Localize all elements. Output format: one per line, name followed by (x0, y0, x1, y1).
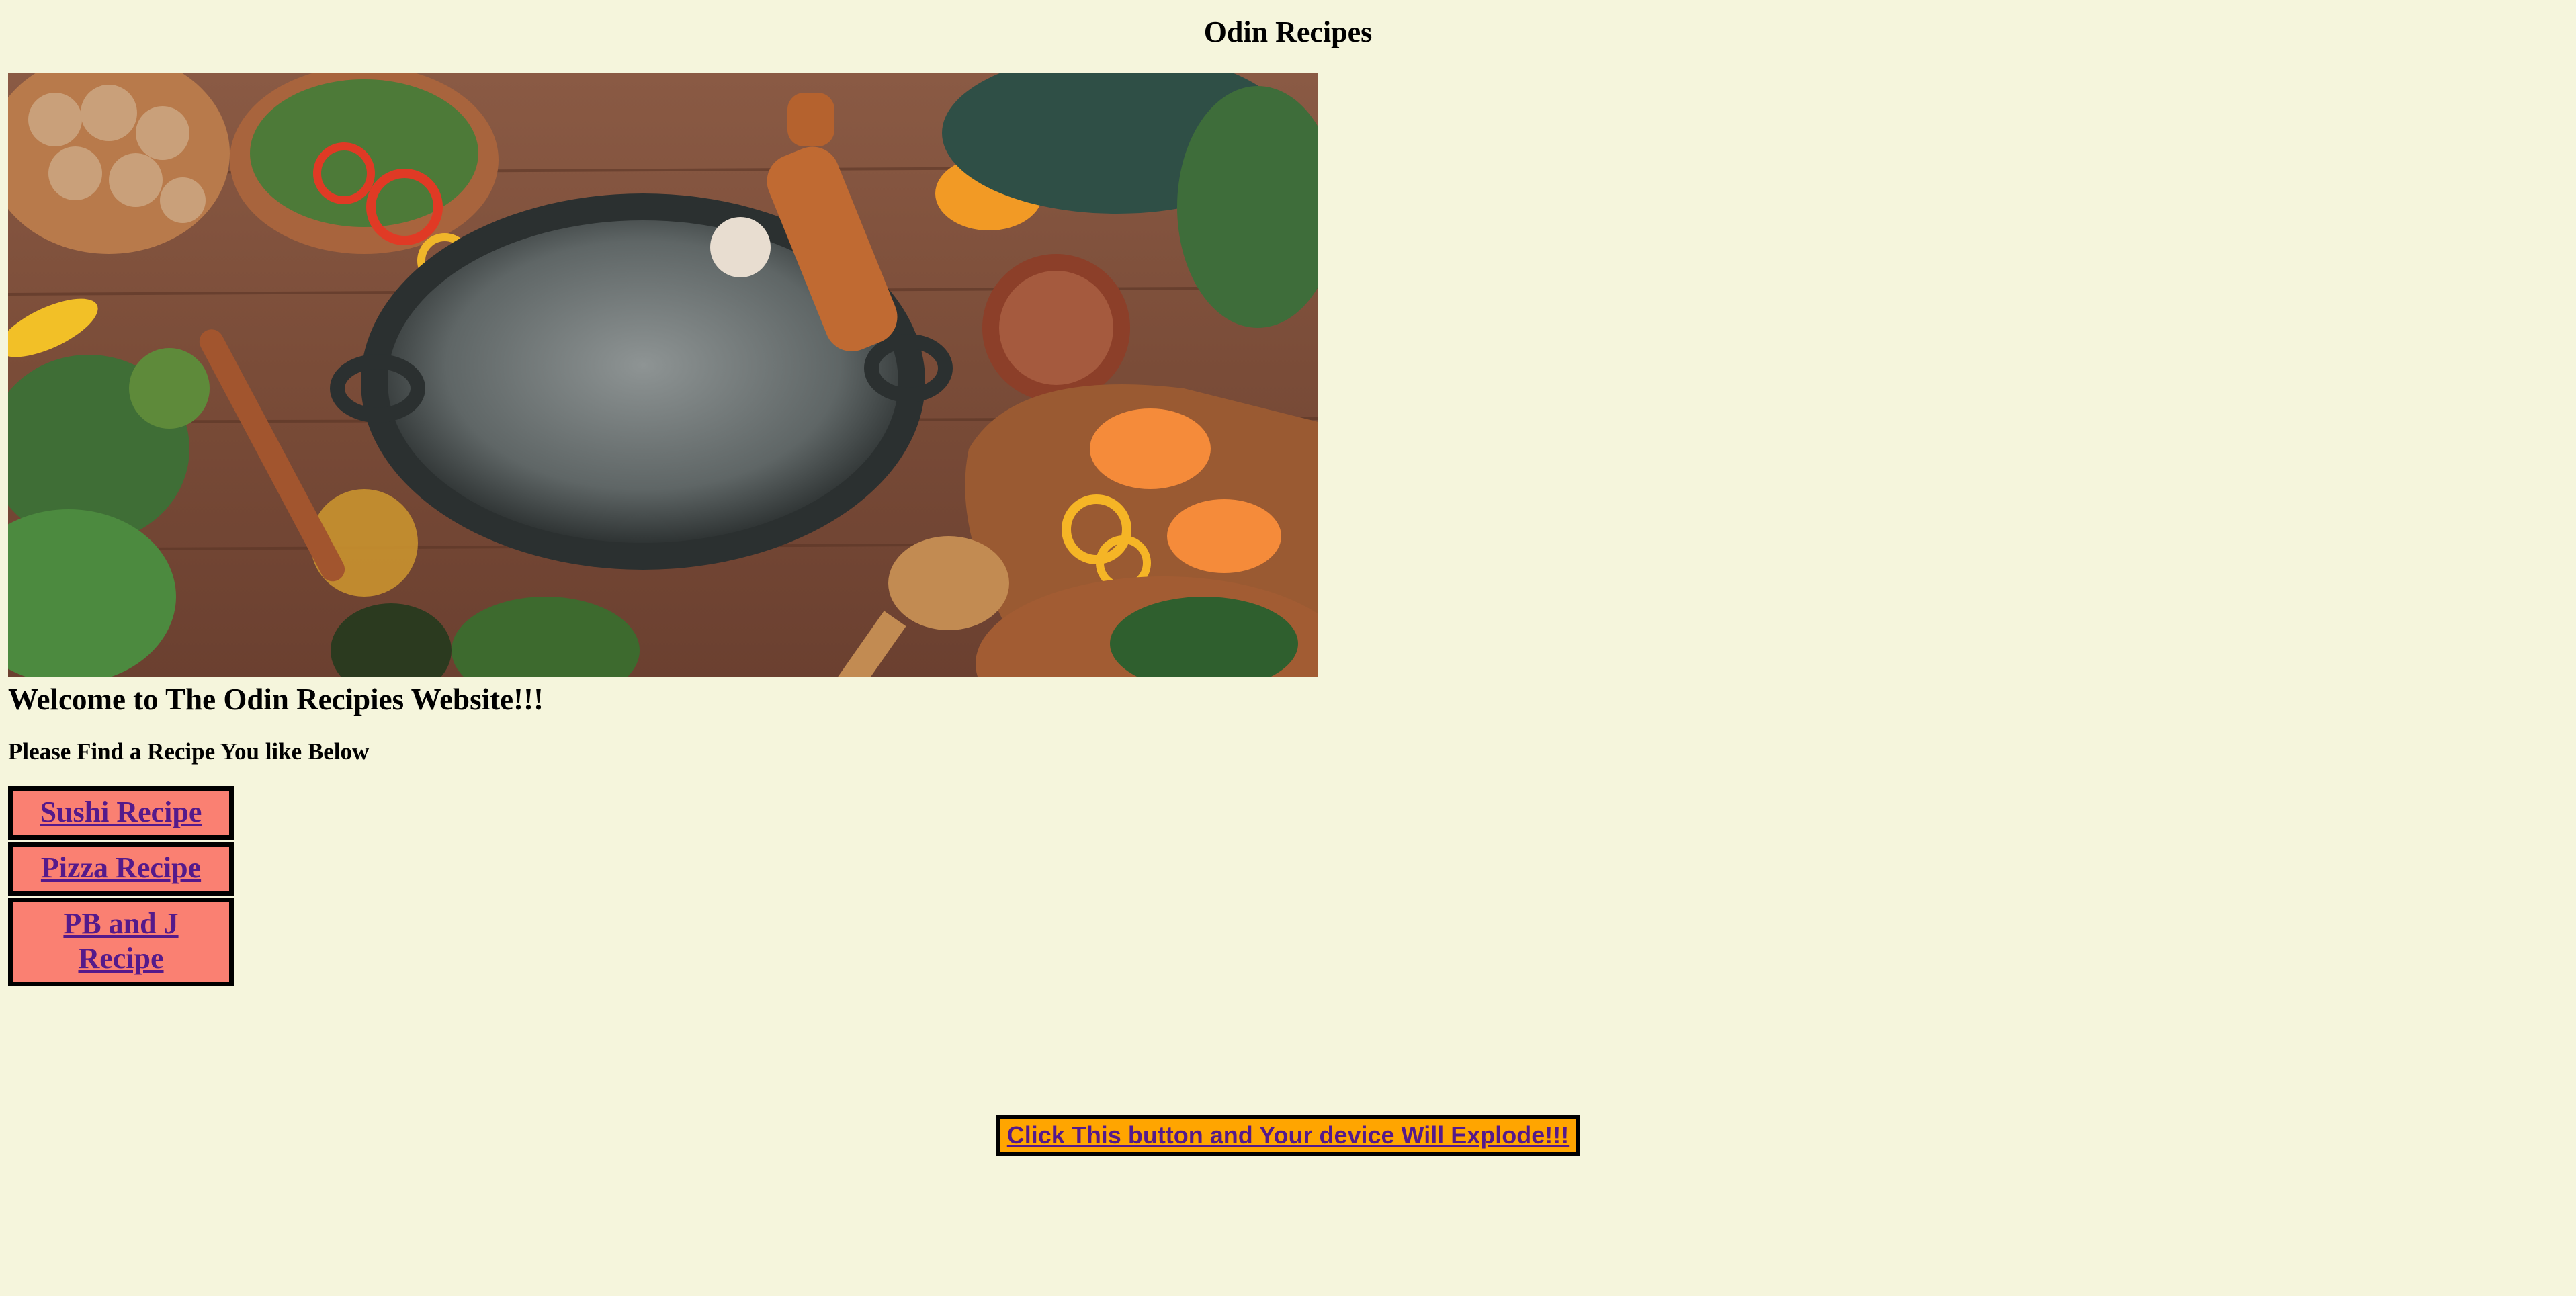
kitchen-flatlay-image (8, 73, 1318, 677)
pbj-recipe-link[interactable]: PB and J Recipe (63, 907, 178, 975)
hero-image (8, 73, 1318, 677)
pizza-recipe-link[interactable]: Pizza Recipe (41, 851, 201, 884)
recipe-item-sushi: Sushi Recipe (8, 786, 234, 840)
recipe-item-pbj: PB and J Recipe (8, 898, 234, 986)
recipe-list: Sushi Recipe Pizza Recipe PB and J Recip… (8, 786, 234, 988)
welcome-heading: Welcome to The Odin Recipies Website!!! (8, 683, 544, 716)
sushi-recipe-link[interactable]: Sushi Recipe (40, 795, 202, 828)
recipe-item-pizza: Pizza Recipe (8, 842, 234, 896)
explode-button[interactable]: Click This button and Your device Will E… (996, 1115, 1580, 1156)
recipe-prompt: Please Find a Recipe You like Below (8, 738, 370, 765)
explode-button-container: Click This button and Your device Will E… (0, 1115, 2576, 1156)
page-title: Odin Recipes (1203, 15, 1373, 48)
